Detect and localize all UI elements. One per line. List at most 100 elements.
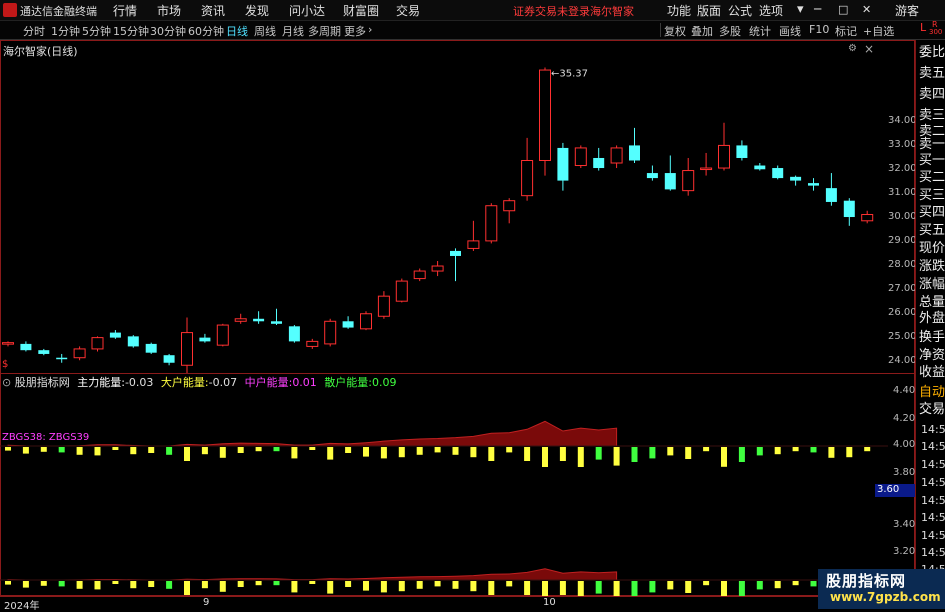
period-15min[interactable]: 15分钟 <box>113 23 149 39</box>
kline-chart[interactable]: ←35.37←23.10 <box>0 40 888 374</box>
energy-bar <box>524 447 531 461</box>
tab-earnings[interactable]: 收益 <box>919 366 945 380</box>
candle-body <box>682 170 695 192</box>
menu-item-trade[interactable]: 交易 <box>396 2 420 19</box>
menu-bar: 通达信金融终端 行情 市场 资讯 发现 问小达 财富圈 交易 证券交易未登录 海… <box>0 0 945 21</box>
tab-change[interactable]: 涨跌 <box>919 260 945 274</box>
period-weekly[interactable]: 周线 <box>254 23 276 39</box>
energy-bar <box>649 447 656 459</box>
tab-bid4[interactable]: 买四 <box>919 206 945 220</box>
tab-bid5[interactable]: 买五 <box>919 224 945 238</box>
energy-bar <box>452 447 459 455</box>
candle-body <box>324 320 337 345</box>
energy-bar <box>703 581 710 586</box>
energy-bar <box>309 581 316 584</box>
button-adjust[interactable]: 复权 <box>664 23 686 39</box>
button-add-watchlist[interactable]: +自选 <box>863 23 894 39</box>
menu-item-market[interactable]: 市场 <box>157 2 181 19</box>
period-monthly[interactable]: 月线 <box>282 23 304 39</box>
tab-price[interactable]: 现价 <box>919 242 945 256</box>
trade-time: 14:56 <box>921 423 945 436</box>
energy-bar <box>380 581 387 593</box>
tab-trade[interactable]: 交易 <box>919 403 945 417</box>
tab-volume[interactable]: 总量 <box>919 296 945 310</box>
energy-bar <box>219 447 226 458</box>
energy-bar <box>864 447 871 452</box>
close-icon[interactable]: ✕ <box>862 3 871 16</box>
trade-time: 14:56 <box>921 529 945 542</box>
period-more[interactable]: 更多 <box>344 23 366 39</box>
button-draw[interactable]: 画线 <box>779 23 801 39</box>
tab-change-pct[interactable]: 涨幅 <box>919 278 945 292</box>
menu-item-discover[interactable]: 发现 <box>245 2 269 19</box>
candle-body <box>646 173 658 179</box>
energy-bar <box>166 581 173 589</box>
candle-body <box>163 355 175 363</box>
energy-bar <box>255 581 262 586</box>
tab-bid2[interactable]: 买二 <box>919 171 945 185</box>
tab-order-ratio[interactable]: 委比 <box>919 46 945 60</box>
period-daily[interactable]: 日线 <box>226 23 248 39</box>
energy-bar <box>237 581 244 587</box>
menu-item-formula[interactable]: 公式 <box>728 2 752 19</box>
candle-body <box>216 324 229 346</box>
energy-bar <box>613 447 620 466</box>
user-label[interactable]: 游客 <box>895 2 919 19</box>
tab-net-assets[interactable]: 净资 <box>919 349 945 363</box>
candle-body <box>109 332 121 338</box>
energy-bar <box>94 581 101 590</box>
menu-item-news[interactable]: 资讯 <box>201 2 225 19</box>
minimize-icon[interactable]: ─ <box>814 2 821 16</box>
period-multi[interactable]: 多周期 <box>308 23 341 39</box>
energy-bar <box>112 447 119 450</box>
tab-ask1[interactable]: 卖一 <box>919 138 945 152</box>
tab-ask4[interactable]: 卖四 <box>919 88 945 102</box>
energy-bar <box>774 581 781 589</box>
energy-bar <box>470 581 477 592</box>
button-overlay[interactable]: 叠加 <box>691 23 713 39</box>
login-notice[interactable]: 证券交易未登录 <box>513 3 590 19</box>
tab-outer[interactable]: 外盘 <box>919 312 945 326</box>
candle-body <box>73 348 86 359</box>
button-stats[interactable]: 统计 <box>749 23 771 39</box>
candle-body <box>664 173 676 190</box>
energy-bar <box>22 581 29 588</box>
maximize-icon[interactable]: □ <box>838 3 848 16</box>
indicator-label: 3.40 <box>893 519 916 530</box>
app-title: 通达信金融终端 <box>20 5 97 18</box>
tab-auto[interactable]: 自动 <box>919 386 945 400</box>
energy-bar <box>577 447 584 467</box>
menu-item-ask[interactable]: 问小达 <box>289 2 325 19</box>
tab-turnover[interactable]: 换手 <box>919 331 945 345</box>
price-label: 24.00 <box>888 355 917 366</box>
energy-bar <box>5 581 11 585</box>
price-label: 25.00 <box>888 331 917 342</box>
tab-bid1[interactable]: 买一 <box>919 154 945 168</box>
energy-bar <box>416 581 423 589</box>
trade-time: 14:56 <box>921 476 945 489</box>
menu-item-wealth[interactable]: 财富圈 <box>343 2 379 19</box>
badge-l: L <box>920 21 927 34</box>
button-multi-stock[interactable]: 多股 <box>719 23 741 39</box>
indicator-chart[interactable] <box>0 373 888 596</box>
menu-item-options[interactable]: 选项 <box>759 2 783 19</box>
button-f10[interactable]: F10 <box>809 23 829 36</box>
menu-item-layout[interactable]: 版面 <box>697 2 721 19</box>
date-axis: 2024年 9 10 <box>0 596 915 612</box>
period-60min[interactable]: 60分钟 <box>188 23 224 39</box>
period-30min[interactable]: 30分钟 <box>150 23 186 39</box>
period-intraday[interactable]: 分时 <box>23 23 45 39</box>
period-more-arrow-icon[interactable]: › <box>368 23 372 36</box>
period-5min[interactable]: 5分钟 <box>82 23 111 39</box>
menu-dropdown-icon[interactable]: ▾ <box>797 2 804 17</box>
period-1min[interactable]: 1分钟 <box>51 23 80 39</box>
menu-item-function[interactable]: 功能 <box>667 2 691 19</box>
tab-ask5[interactable]: 卖五 <box>919 67 945 81</box>
tab-ask3[interactable]: 卖三 <box>919 109 945 123</box>
energy-bar <box>774 447 781 455</box>
button-mark[interactable]: 标记 <box>835 23 857 39</box>
menu-item-quotes[interactable]: 行情 <box>113 2 137 19</box>
energy-bar <box>542 581 548 596</box>
trade-time: 14:56 <box>921 511 945 524</box>
tab-bid3[interactable]: 买三 <box>919 189 945 203</box>
